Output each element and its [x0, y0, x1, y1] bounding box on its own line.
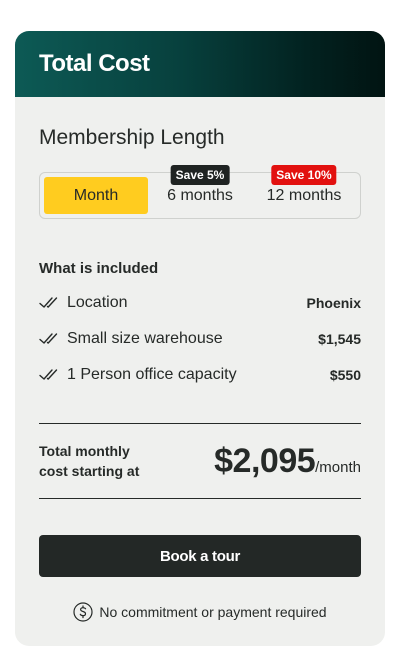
- save-badge: Save 10%: [271, 165, 337, 185]
- book-a-tour-button[interactable]: Book a tour: [39, 535, 361, 577]
- option-6-months[interactable]: Save 5% 6 months: [148, 165, 252, 214]
- feature-value: Phoenix: [306, 295, 361, 311]
- divider: [39, 498, 361, 499]
- total-price: $2,095 /month: [214, 442, 361, 481]
- price-period: /month: [315, 458, 361, 476]
- option-month[interactable]: Month: [44, 177, 148, 214]
- double-check-icon: [39, 297, 58, 308]
- card-title: Total Cost: [39, 50, 150, 77]
- dollar-circle-icon: [73, 602, 93, 622]
- list-item: Small size warehouse $1,545: [39, 321, 361, 357]
- double-check-icon: [39, 369, 58, 380]
- feature-label: Location: [67, 294, 128, 311]
- feature-label: Small size warehouse: [67, 330, 223, 347]
- feature-value: $1,545: [318, 331, 361, 347]
- option-12-months[interactable]: Save 10% 12 months: [252, 165, 356, 214]
- pricing-card: Total Cost Membership Length Month Save …: [15, 31, 385, 646]
- price-amount: $2,095: [214, 441, 316, 480]
- option-label: Month: [73, 186, 119, 204]
- membership-length-title: Membership Length: [39, 126, 225, 149]
- membership-length-selector: Month Save 5% 6 months Save 10% 12 month…: [39, 165, 361, 219]
- included-title: What is included: [39, 260, 159, 277]
- list-item: 1 Person office capacity $550: [39, 357, 361, 393]
- note-text: No commitment or payment required: [99, 604, 327, 620]
- feature-label: 1 Person office capacity: [67, 366, 237, 383]
- total-row: Total monthly cost starting at $2,095 /m…: [39, 424, 361, 498]
- list-item: Location Phoenix: [39, 285, 361, 321]
- option-label: 12 months: [266, 186, 342, 204]
- save-badge: Save 5%: [170, 165, 230, 185]
- card-header: Total Cost: [15, 31, 385, 97]
- total-label: Total monthly cost starting at: [39, 443, 140, 479]
- double-check-icon: [39, 333, 58, 344]
- feature-value: $550: [329, 367, 361, 383]
- card-body: Membership Length Month Save 5% 6 months…: [15, 125, 385, 622]
- feature-list: Location Phoenix Small size warehouse $1…: [39, 285, 361, 393]
- option-label: 6 months: [167, 186, 233, 204]
- commitment-note: No commitment or payment required: [39, 602, 361, 622]
